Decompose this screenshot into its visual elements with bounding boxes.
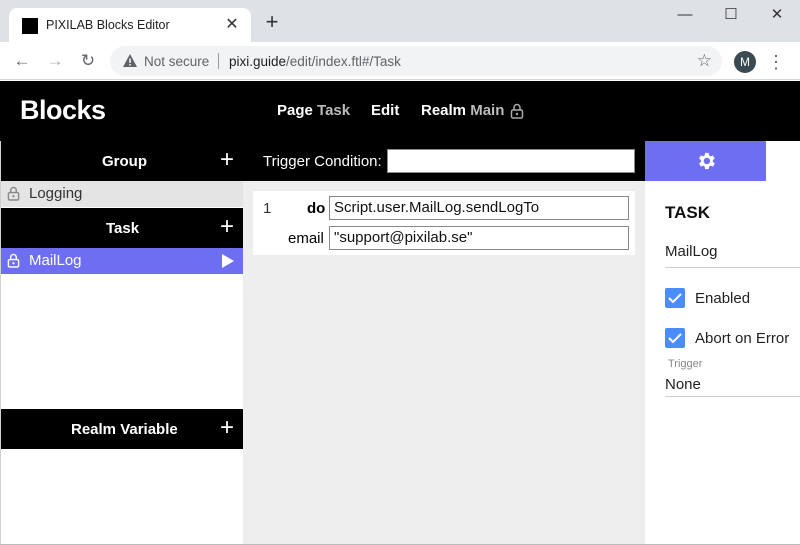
new-tab-button[interactable]: +: [262, 11, 282, 33]
browser-tab[interactable]: PIXILAB Blocks Editor ✕: [9, 8, 251, 42]
page-label: Page: [277, 102, 313, 119]
realm-menu[interactable]: Realm Main: [421, 102, 504, 119]
lock-icon: [510, 103, 524, 119]
browser-menu-icon[interactable]: ⋮: [766, 50, 786, 74]
enabled-checkbox[interactable]: [665, 288, 685, 308]
browser-tab-strip: PIXILAB Blocks Editor ✕ + — ☐ ✕: [0, 0, 800, 42]
add-task-button[interactable]: +: [220, 214, 234, 240]
trigger-condition-bar: Trigger Condition:: [243, 141, 645, 181]
task-editor: Trigger Condition: 1 do Script.user.Mail…: [243, 141, 645, 545]
abort-on-error-checkbox[interactable]: [665, 328, 685, 348]
address-bar[interactable]: Not secure pixi.guide/edit/index.ftl#/Ta…: [110, 46, 722, 76]
email-param-input[interactable]: "support@pixilab.se": [329, 226, 629, 250]
properties-panel: TASK MailLog Enabled Abort on Error Trig…: [645, 141, 800, 545]
abort-on-error-label: Abort on Error: [695, 330, 790, 347]
profile-avatar[interactable]: M: [734, 51, 756, 73]
edit-menu[interactable]: Edit: [371, 102, 399, 119]
back-arrow-icon[interactable]: ←: [12, 51, 32, 71]
app-header: Blocks Page Task Edit Realm Main: [0, 81, 800, 141]
checkmark-icon: [668, 293, 682, 304]
code-block: 1 do Script.user.MailLog.sendLogTo email…: [253, 191, 635, 255]
realm-value: Main: [470, 102, 505, 119]
trigger-field-label: Trigger: [668, 358, 703, 370]
url-text[interactable]: pixi.guide/edit/index.ftl#/Task: [229, 54, 401, 69]
bookmark-star-icon[interactable]: ☆: [697, 51, 712, 71]
trigger-select[interactable]: None: [665, 373, 800, 397]
task-item-maillog[interactable]: MailLog: [1, 248, 244, 274]
task-title: Task: [106, 220, 140, 237]
favicon-icon: [22, 18, 38, 34]
close-window-button[interactable]: ✕: [754, 4, 800, 26]
forward-arrow-icon[interactable]: →: [45, 51, 65, 71]
url-host: pixi.guide: [229, 54, 287, 69]
group-item-label: Logging: [29, 185, 83, 202]
param-name: email: [288, 230, 324, 247]
realm-variable-title: Realm Variable: [71, 421, 178, 438]
realm-variable-section-header: Realm Variable +: [1, 409, 244, 449]
checkmark-icon: [668, 333, 682, 344]
omnibox-divider: [218, 53, 219, 69]
gear-icon: [699, 152, 715, 170]
trigger-condition-label: Trigger Condition:: [263, 153, 382, 170]
url-path: /edit/index.ftl#/Task: [286, 54, 401, 69]
panel-heading: TASK: [665, 203, 711, 222]
not-secure-label: Not secure: [144, 54, 210, 69]
browser-toolbar: ← → ↻ Not secure pixi.guide/edit/index.f…: [0, 42, 800, 80]
task-name-field[interactable]: MailLog: [665, 236, 800, 268]
warning-icon: [123, 54, 137, 67]
play-arrow-icon[interactable]: [222, 254, 234, 268]
page-menu[interactable]: Page Task: [277, 102, 350, 119]
add-group-button[interactable]: +: [220, 147, 234, 173]
do-keyword: do: [307, 200, 326, 217]
reload-icon[interactable]: ↻: [78, 51, 98, 71]
lock-icon: [7, 253, 20, 268]
add-realm-variable-button[interactable]: +: [220, 415, 234, 441]
minimize-button[interactable]: —: [662, 4, 708, 26]
group-title: Group: [102, 153, 147, 170]
lock-icon: [7, 186, 20, 201]
group-section-header: Group +: [1, 141, 244, 181]
tab-title: PIXILAB Blocks Editor: [46, 18, 170, 32]
maximize-button[interactable]: ☐: [708, 4, 754, 26]
enabled-label: Enabled: [695, 290, 751, 307]
trigger-condition-input[interactable]: [387, 149, 635, 173]
page-value: Task: [317, 102, 351, 119]
group-item-logging[interactable]: Logging: [1, 181, 244, 207]
blocks-logo: Blocks: [20, 95, 106, 125]
do-statement-input[interactable]: Script.user.MailLog.sendLogTo: [329, 196, 629, 220]
line-number: 1: [263, 200, 272, 217]
tab-close-icon[interactable]: ✕: [222, 15, 242, 35]
realm-label: Realm: [421, 102, 467, 119]
sidebar: Group + Logging Task + MailLog Realm Var…: [0, 141, 244, 545]
settings-tab[interactable]: [645, 141, 766, 181]
task-item-label: MailLog: [29, 252, 82, 269]
task-section-header: Task +: [1, 208, 244, 248]
